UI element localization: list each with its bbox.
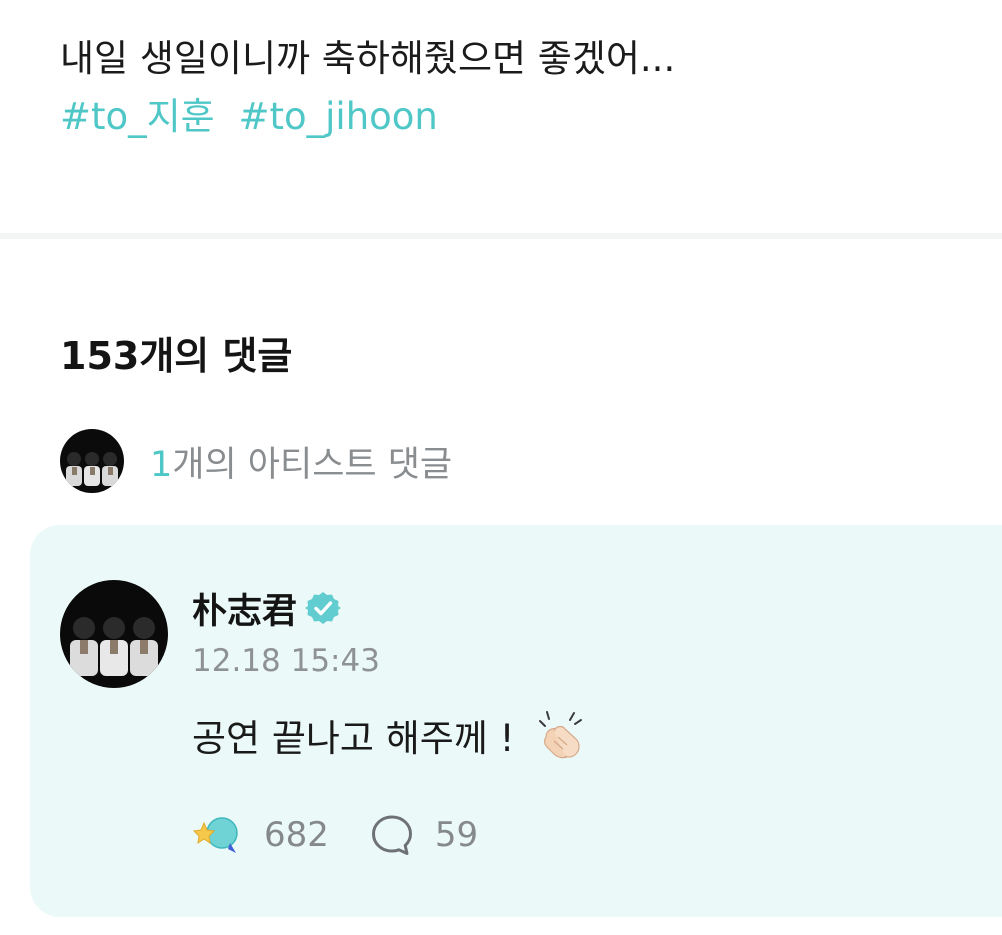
post-text: 내일 생일이니까 축하해줬으면 좋겠어...	[60, 37, 676, 80]
reply-button[interactable]: 59	[369, 812, 478, 858]
hashtag-link[interactable]: #to_jihoon	[239, 95, 438, 138]
reply-count: 59	[434, 815, 479, 855]
section-divider	[0, 233, 1002, 239]
hashtag-link[interactable]: #to_지훈	[60, 95, 215, 138]
reaction-icon	[192, 817, 238, 853]
comment-actions: 682 59	[192, 810, 478, 860]
comment-timestamp: 12.18 15:43	[192, 643, 380, 679]
verified-badge-icon	[305, 592, 342, 624]
artist-comments-label: 1개의 아티스트 댓글	[150, 436, 452, 487]
artist-comments-filter[interactable]: 1개의 아티스트 댓글	[60, 429, 452, 493]
artist-avatar	[60, 429, 124, 493]
clapping-hands-icon	[539, 711, 583, 759]
comment-text: 공연 끝나고 해주께 !	[192, 717, 515, 760]
comment-text-row: 공연 끝나고 해주께 !	[192, 707, 588, 763]
reaction-button[interactable]: 682	[192, 809, 329, 861]
artist-comments-suffix: 개의 아티스트 댓글	[172, 444, 453, 485]
reaction-count: 682	[264, 815, 329, 855]
page: 내일 생일이니까 축하해줬으면 좋겠어... #to_지훈 #to_jihoon…	[0, 0, 1002, 935]
author-name[interactable]: 朴志君	[192, 583, 297, 634]
speech-bubble-icon	[371, 815, 412, 855]
author-row: 朴志君	[192, 583, 342, 634]
artist-comment-count: 1	[150, 444, 173, 485]
artist-comment-card: 朴志君 12.18 15:43 공연 끝나고 해주께 ! 682 59	[30, 525, 1002, 917]
comment-count-heading: 153개의 댓글	[60, 334, 293, 378]
author-avatar[interactable]	[60, 580, 168, 688]
post-body: 내일 생일이니까 축하해줬으면 좋겠어... #to_지훈 #to_jihoon	[60, 30, 960, 146]
hashtag-list: #to_지훈 #to_jihoon	[60, 88, 960, 146]
